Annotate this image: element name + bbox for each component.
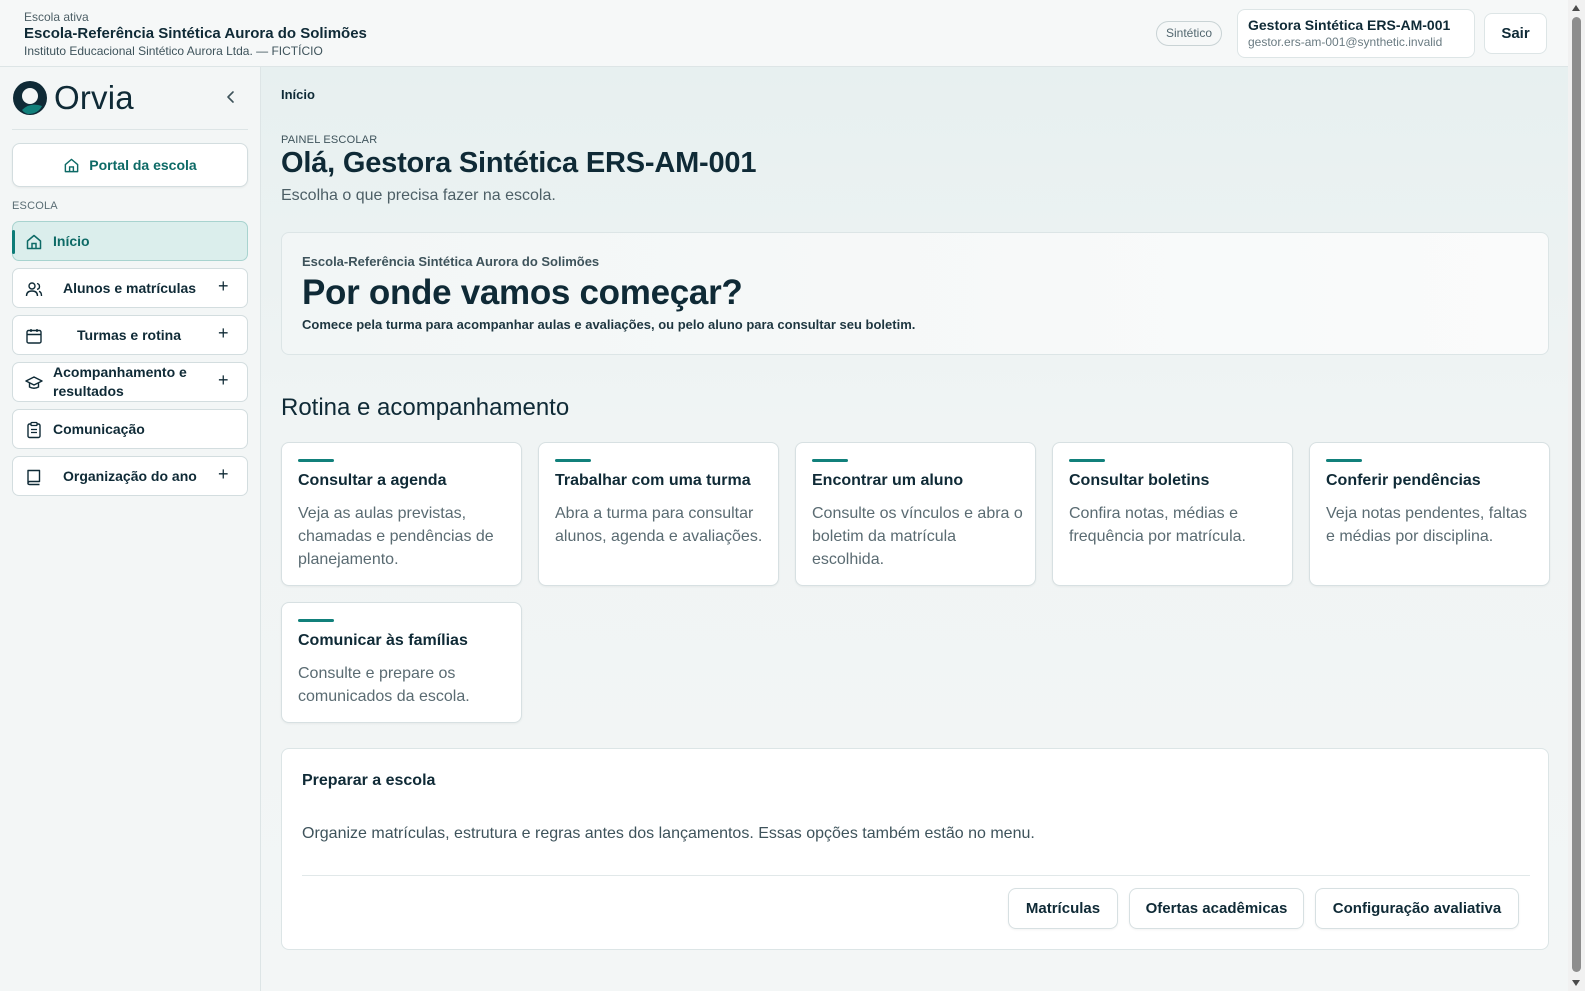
school-portal-button[interactable]: Portal da escola	[12, 143, 248, 187]
card-description: Confira notas, médias e frequência por m…	[1069, 505, 1246, 545]
active-school-label: Escola ativa	[24, 10, 89, 24]
logout-button[interactable]: Sair	[1484, 13, 1547, 54]
scroll-thumb[interactable]	[1572, 17, 1581, 972]
card-title: Consultar boletins	[1069, 472, 1210, 489]
card-title: Trabalhar com uma turma	[555, 472, 751, 489]
card-title: Consultar a agenda	[298, 472, 447, 489]
card-accent	[555, 459, 591, 462]
assessment-config-button[interactable]: Configuração avaliativa	[1315, 888, 1519, 929]
institution-name: Instituto Educacional Sintético Aurora L…	[24, 44, 323, 58]
sidebar-item-label: Comunicação	[53, 421, 145, 437]
card-description: Consulte os vínculos e abra o boletim da…	[812, 505, 1023, 568]
sidebar-item-label: Turmas e rotina	[77, 327, 181, 343]
top-bar: Escola ativa Escola-Referência Sintética…	[0, 0, 1568, 67]
sidebar-item-alunos-matriculas[interactable]: Alunos e matrículas +	[12, 268, 248, 308]
card-title: Encontrar um aluno	[812, 472, 964, 489]
synthetic-badge: Sintético	[1156, 21, 1223, 46]
card-conferir-pendencias[interactable]: Conferir pendências Veja notas pendentes…	[1309, 442, 1550, 586]
card-comunicar-familias[interactable]: Comunicar às famílias Consulte e prepare…	[281, 602, 522, 723]
user-info[interactable]: Gestora Sintética ERS-AM-001 gestor.ers-…	[1237, 9, 1475, 58]
card-consultar-boletins[interactable]: Consultar boletins Confira notas, médias…	[1052, 442, 1293, 586]
user-name: Gestora Sintética ERS-AM-001	[1248, 17, 1451, 33]
card-title: Comunicar às famílias	[298, 632, 468, 649]
prepare-school-panel: Preparar a escola Organize matrículas, e…	[281, 748, 1549, 950]
card-accent	[812, 459, 848, 462]
card-description: Veja as aulas previstas, chamadas e pend…	[298, 505, 494, 568]
sidebar-item-comunicacao[interactable]: Comunicação	[12, 409, 248, 449]
sidebar-item-acompanhamento-resultados[interactable]: Acompanhamento e resultados +	[12, 362, 248, 402]
page-subtitle: Escolha o que precisa fazer na escola.	[281, 187, 556, 204]
home-icon	[64, 158, 79, 172]
sidebar-item-turmas-rotina[interactable]: Turmas e rotina +	[12, 315, 248, 355]
sidebar-item-label: Início	[53, 233, 90, 249]
clipboard-icon	[27, 421, 41, 439]
calendar-icon	[26, 329, 42, 344]
academic-offers-button[interactable]: Ofertas acadêmicas	[1129, 888, 1304, 929]
graduation-cap-icon	[25, 376, 43, 389]
sidebar-item-label: Acompanhamento e resultados	[53, 364, 187, 399]
sidebar-item-organizacao-ano[interactable]: Organização do ano +	[12, 456, 248, 496]
users-icon	[25, 282, 43, 297]
school-portal-label: Portal da escola	[89, 157, 197, 173]
sidebar: Orvia Portal da escola ESCOLA Início Alu…	[0, 67, 261, 991]
card-accent	[298, 459, 334, 462]
scroll-up-arrow-icon[interactable]	[1572, 5, 1580, 11]
card-accent	[1069, 459, 1105, 462]
card-accent	[1326, 459, 1362, 462]
section-title: Rotina e acompanhamento	[281, 394, 570, 421]
chevron-left-icon[interactable]	[222, 88, 240, 106]
expand-plus-icon[interactable]: +	[218, 276, 229, 297]
card-title: Conferir pendências	[1326, 472, 1481, 489]
card-trabalhar-turma[interactable]: Trabalhar com uma turma Abra a turma par…	[538, 442, 779, 586]
active-school-block: Escola ativa Escola-Referência Sintética…	[24, 10, 367, 59]
sidebar-item-label: Alunos e matrículas	[63, 280, 197, 296]
book-icon	[27, 469, 41, 486]
card-description: Consulte e prepare os comunicados da esc…	[298, 665, 470, 705]
breadcrumb[interactable]: Início	[281, 87, 315, 102]
sidebar-item-inicio[interactable]: Início	[12, 221, 248, 261]
main-content: Início PAINEL ESCOLAR Olá, Gestora Sinté…	[261, 67, 1568, 991]
expand-plus-icon[interactable]: +	[218, 464, 229, 485]
page-title: Olá, Gestora Sintética ERS-AM-001	[281, 147, 757, 179]
card-accent	[298, 619, 334, 622]
page-eyebrow: PAINEL ESCOLAR	[281, 134, 378, 146]
scroll-down-arrow-icon[interactable]	[1572, 980, 1580, 986]
card-description: Veja notas pendentes, faltas e médias po…	[1326, 505, 1528, 545]
expand-plus-icon[interactable]: +	[218, 323, 229, 344]
active-school-name: Escola-Referência Sintética Aurora do So…	[24, 25, 367, 42]
sidebar-item-label: Organização do ano	[63, 468, 197, 484]
enrollments-button[interactable]: Matrículas	[1008, 888, 1118, 929]
hero-title: Por onde vamos começar?	[302, 273, 743, 312]
hero-school-name: Escola-Referência Sintética Aurora do So…	[302, 254, 600, 269]
vertical-scrollbar[interactable]	[1568, 0, 1585, 991]
prepare-school-divider	[302, 875, 1530, 876]
user-email: gestor.ers-am-001@synthetic.invalid	[1248, 35, 1443, 49]
card-consultar-agenda[interactable]: Consultar a agenda Veja as aulas previst…	[281, 442, 522, 586]
sidebar-divider	[12, 129, 248, 130]
card-encontrar-aluno[interactable]: Encontrar um aluno Consulte os vínculos …	[795, 442, 1036, 586]
expand-plus-icon[interactable]: +	[218, 370, 229, 391]
hero-panel: Escola-Referência Sintética Aurora do So…	[281, 232, 1549, 355]
brand-name: Orvia	[54, 79, 134, 116]
card-description: Abra a turma para consultar alunos, agen…	[555, 505, 763, 545]
home-icon	[26, 234, 42, 250]
brand-logo[interactable]: Orvia	[12, 79, 134, 117]
prepare-school-description: Organize matrículas, estrutura e regras …	[302, 825, 1035, 842]
sidebar-section-label: ESCOLA	[12, 200, 58, 212]
hero-description: Comece pela turma para acompanhar aulas …	[302, 317, 916, 332]
orvia-logo-icon	[13, 81, 47, 115]
prepare-school-title: Preparar a escola	[302, 772, 436, 789]
